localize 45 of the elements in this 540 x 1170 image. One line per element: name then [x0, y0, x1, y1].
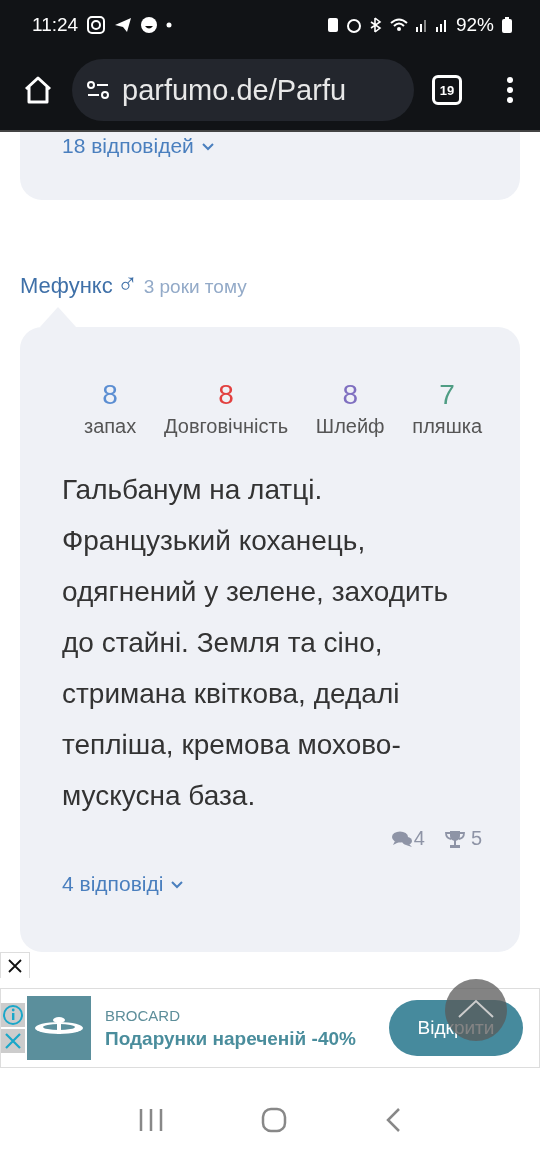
- rating-value: 7: [439, 379, 455, 411]
- replies-link[interactable]: 4 відповіді: [62, 872, 184, 896]
- ad-headline: Подарунки нареченій -40%: [105, 1027, 356, 1050]
- post-time: 3 роки тому: [143, 276, 247, 298]
- close-icon[interactable]: [8, 958, 22, 973]
- ad-brand: BROCARD: [105, 1006, 181, 1024]
- camera-app-icon: [86, 15, 107, 35]
- home-button-icon[interactable]: [261, 1107, 287, 1133]
- home-icon[interactable]: [22, 75, 54, 105]
- rating-value: 8: [342, 379, 358, 411]
- dot-icon: [166, 22, 173, 28]
- comment-count: 4: [413, 827, 425, 850]
- site-settings-icon[interactable]: [86, 79, 110, 101]
- url-text: parfumo.de/Parfu: [122, 73, 347, 107]
- rating-value: 8: [218, 379, 234, 411]
- review-text: Гальбанум на латці. Французький коханець, одягнений у зелене, заходить до стайні. Земля та сіно, стримана квіткова, дедалі тепліша, кремова мохово-мускусна база.: [62, 473, 450, 813]
- recent-apps-icon[interactable]: [138, 1108, 165, 1132]
- chevron-down-icon: [171, 881, 184, 890]
- status-time: 11:24: [32, 14, 79, 36]
- comments-icon[interactable]: [391, 830, 412, 847]
- address-bar[interactable]: parfumo.de/Parfu: [72, 59, 414, 121]
- menu-icon[interactable]: [506, 76, 514, 104]
- replies-link[interactable]: 18 відповідей: [62, 134, 214, 157]
- battery-icon: [502, 17, 512, 33]
- battery-percentage: 92%: [455, 14, 494, 36]
- chevron-down-icon: [201, 143, 214, 152]
- close-button[interactable]: [0, 952, 30, 978]
- rating-label: Довговічність: [164, 415, 289, 438]
- rating-label: Шлейф: [315, 415, 385, 438]
- wifi-icon: [389, 17, 408, 33]
- signal-icon: [415, 18, 428, 32]
- bluetooth-icon: [369, 17, 382, 33]
- award-count: 5: [470, 827, 482, 850]
- rating-label: запах: [84, 415, 137, 438]
- trophy-icon[interactable]: [444, 828, 465, 849]
- rating-value: 8: [102, 379, 118, 411]
- author-link[interactable]: Мефункс: [20, 273, 113, 299]
- signal-icon: [435, 18, 448, 32]
- rating-label: пляшка: [412, 415, 482, 438]
- info-icon[interactable]: [1, 1003, 25, 1027]
- tab-count-button[interactable]: 19: [432, 75, 462, 105]
- paper-plane-icon: [114, 17, 133, 33]
- brand-logo: [27, 996, 91, 1060]
- laughing-face-icon: [140, 16, 159, 34]
- gender-symbol: ♂: [116, 270, 138, 298]
